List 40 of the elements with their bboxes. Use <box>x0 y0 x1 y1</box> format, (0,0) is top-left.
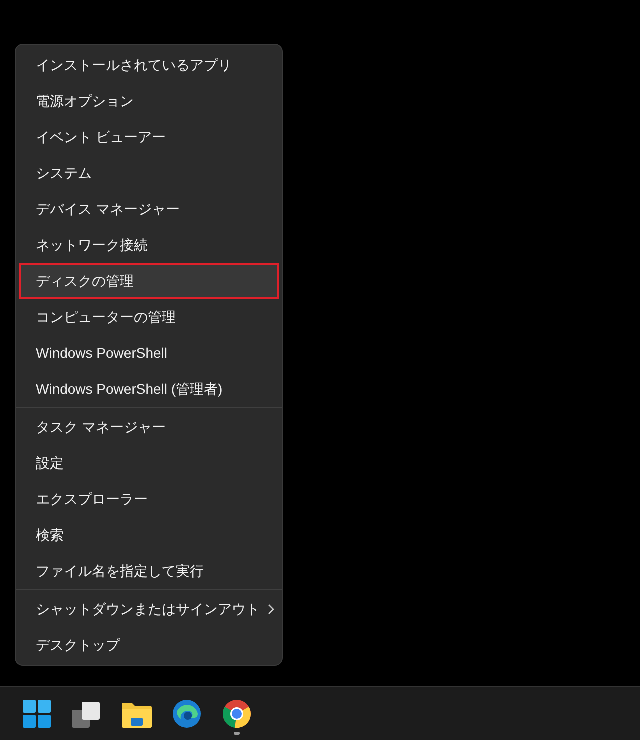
menu-item-label: デバイス マネージャー <box>36 200 180 218</box>
menu-item-label: ネットワーク接続 <box>36 236 148 254</box>
menu-item-label: シャットダウンまたはサインアウト <box>36 600 260 618</box>
menu-item-label: 設定 <box>36 454 64 472</box>
menu-item[interactable]: ネットワーク接続 <box>19 227 279 263</box>
menu-item[interactable]: 設定 <box>19 445 279 481</box>
menu-item-label: コンピューターの管理 <box>36 308 176 326</box>
menu-item[interactable]: タスク マネージャー <box>19 409 279 445</box>
menu-item[interactable]: システム <box>19 155 279 191</box>
menu-item-label: Windows PowerShell (管理者) <box>36 380 223 399</box>
menu-item[interactable]: ファイル名を指定して実行 <box>19 553 279 589</box>
menu-item-label: イベント ビューアー <box>36 128 166 146</box>
menu-item[interactable]: ディスクの管理 <box>19 263 279 299</box>
menu-item[interactable]: イベント ビューアー <box>19 119 279 155</box>
menu-item[interactable]: コンピューターの管理 <box>19 299 279 335</box>
menu-item[interactable]: シャットダウンまたはサインアウト <box>19 591 279 627</box>
browser-swirl-icon <box>173 700 201 728</box>
chevron-right-icon <box>268 604 275 614</box>
menu-item[interactable]: 電源オプション <box>19 83 279 119</box>
menu-item-label: デスクトップ <box>36 636 120 654</box>
windows-logo-icon <box>23 700 51 728</box>
menu-item-label: 検索 <box>36 526 64 544</box>
menu-item[interactable]: インストールされているアプリ <box>19 47 279 83</box>
menu-item-label: インストールされているアプリ <box>36 56 232 74</box>
menu-item[interactable]: Windows PowerShell <box>19 335 279 371</box>
menu-item[interactable]: デスクトップ <box>19 627 279 663</box>
menu-item-label: ファイル名を指定して実行 <box>36 562 204 580</box>
chrome-icon <box>223 700 251 728</box>
folder-icon <box>122 702 152 728</box>
menu-item[interactable]: デバイス マネージャー <box>19 191 279 227</box>
task-view-icon <box>72 702 102 728</box>
menu-item-label: タスク マネージャー <box>36 418 166 436</box>
menu-item-label: Windows PowerShell <box>36 344 168 362</box>
menu-item-label: システム <box>36 164 92 182</box>
menu-item-label: 電源オプション <box>36 92 134 110</box>
menu-item[interactable]: エクスプローラー <box>19 481 279 517</box>
menu-item-label: エクスプローラー <box>36 490 148 508</box>
menu-item-label: ディスクの管理 <box>36 272 134 290</box>
menu-item[interactable]: 検索 <box>19 517 279 553</box>
menu-item[interactable]: Windows PowerShell (管理者) <box>19 371 279 407</box>
